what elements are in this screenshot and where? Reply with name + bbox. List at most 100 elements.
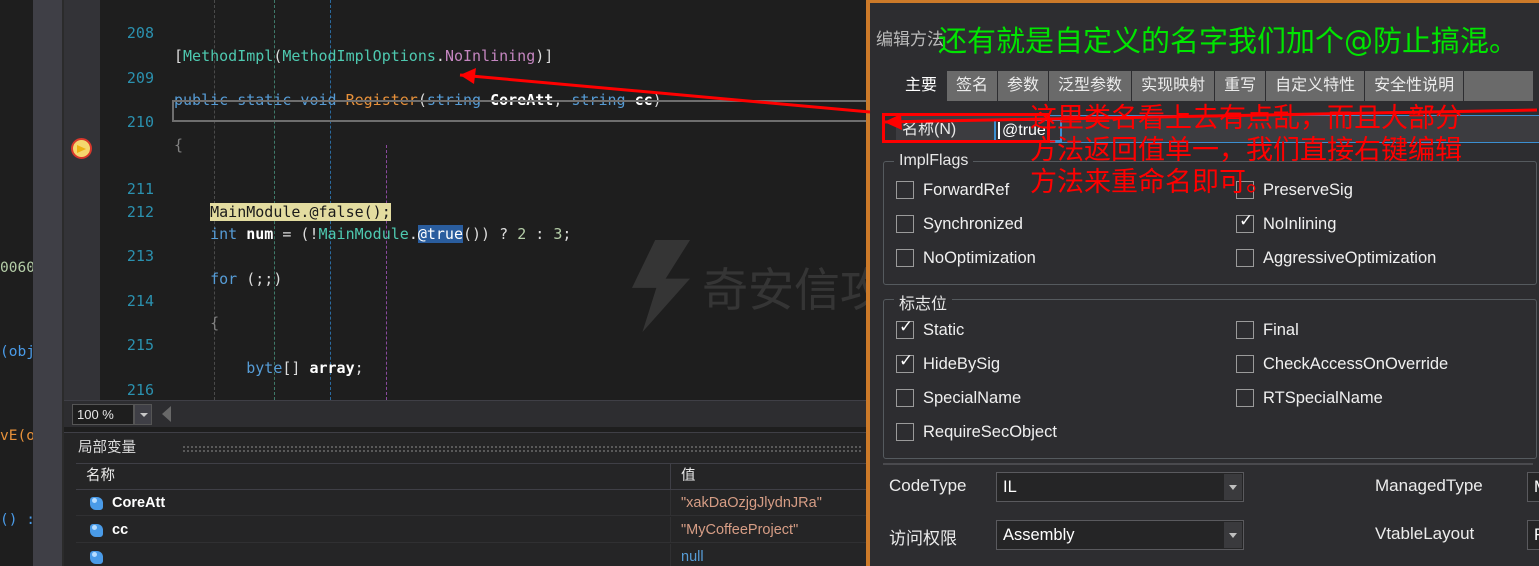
chevron-down-icon[interactable]: [1224, 474, 1242, 500]
vtablelayout-label: VtableLayout: [1375, 524, 1475, 543]
current-statement-icon[interactable]: [71, 137, 92, 159]
access-combo[interactable]: Assembly: [996, 520, 1244, 550]
column-header-value[interactable]: 值: [670, 464, 870, 489]
zoom-level-value[interactable]: 100 %: [72, 404, 134, 425]
checkbox-label: ForwardRef: [923, 181, 1010, 199]
scroll-left-icon[interactable]: [162, 406, 171, 422]
bg-code-line: 0060: [0, 260, 33, 276]
checkbox-label: Static: [923, 321, 965, 339]
checkbox-box-icon[interactable]: [896, 249, 914, 267]
code-line[interactable]: 215 byte[] array;: [64, 312, 870, 376]
local-name: [76, 544, 670, 566]
code-line[interactable]: 211 MainModule.@false();: [64, 134, 870, 221]
tab-generic-parameters[interactable]: 泛型参数: [1049, 71, 1133, 101]
checkbox-box-icon[interactable]: [1236, 355, 1254, 373]
checkbox-label: HideBySig: [923, 355, 1001, 373]
flags-legend: 标志位: [894, 290, 953, 314]
implflags-legend: ImplFlags: [894, 152, 974, 170]
checkbox-box-icon[interactable]: [1236, 211, 1254, 233]
line-number: 213: [126, 247, 154, 266]
dialog-titlebar[interactable]: [870, 3, 1539, 11]
decompiler-window: 0060 (obj vE(o () : l g, st e[] @ o(ob o…: [0, 0, 870, 566]
line-number: 209: [126, 68, 154, 87]
checkbox-box-icon[interactable]: [1236, 321, 1254, 339]
checkbox-label: NoOptimization: [923, 249, 1036, 267]
flags-group: 标志位 Static HideBySig SpecialName Require…: [883, 290, 1537, 459]
code-line[interactable]: 209 public static void Register(string C…: [64, 45, 870, 109]
drag-grip-icon[interactable]: [182, 445, 862, 452]
code-line[interactable]: 208 [MethodImpl(MethodImplOptions.NoInli…: [64, 0, 870, 64]
tab-custom-attributes[interactable]: 自定义特性: [1266, 71, 1366, 101]
access-label: 访问权限: [889, 529, 957, 548]
vtablelayout-value: Re: [1534, 521, 1539, 549]
checkbox-box-icon[interactable]: [1236, 181, 1254, 199]
editor-zoom-bar: 100 %: [64, 400, 870, 427]
chevron-down-icon[interactable]: [1224, 522, 1242, 548]
managedtype-combo[interactable]: M: [1527, 472, 1539, 502]
checkbox-label: RTSpecialName: [1263, 389, 1383, 407]
locals-table-header: 名称 值: [76, 463, 870, 490]
tab-signature[interactable]: 签名: [947, 71, 999, 101]
code-editor[interactable]: 208 [MethodImpl(MethodImplOptions.NoInli…: [64, 0, 870, 400]
text-caret: [998, 122, 1000, 139]
managedtype-value: M: [1534, 473, 1539, 501]
local-name: CoreAtt: [112, 495, 166, 511]
code-line[interactable]: 210 {: [64, 89, 870, 153]
dialog-title: 编辑方法: [876, 30, 944, 49]
checkbox-label: AggressiveOptimization: [1263, 249, 1437, 267]
code-line[interactable]: 216 switch (num): [64, 357, 870, 399]
section-divider: [883, 463, 1533, 465]
code-line[interactable]: 212 int num = (!MainModule.@true()) ? 2 …: [64, 178, 870, 243]
tab-override[interactable]: 重写: [1215, 71, 1267, 101]
column-header-name[interactable]: 名称: [76, 464, 670, 489]
checkbox-box-icon[interactable]: [896, 351, 914, 373]
bg-code-line: vE(o: [0, 428, 33, 444]
highlighted-statement: MainModule.@false();: [210, 202, 391, 221]
access-value: Assembly: [1003, 526, 1075, 544]
checkbox-box-icon[interactable]: [896, 317, 914, 339]
line-number: 208: [126, 24, 154, 43]
checkbox-box-icon[interactable]: [896, 215, 914, 233]
table-row[interactable]: null: [76, 544, 870, 566]
name-field-label: 名称(N): [902, 121, 957, 138]
line-number: 210: [126, 113, 154, 132]
table-row[interactable]: cc "MyCoffeeProject": [76, 517, 870, 543]
checkbox-label: CheckAccessOnOverride: [1263, 355, 1449, 373]
locals-panel: 局部变量 名称 值 CoreAtt "xakDaOzjgJlydnJRa" cc…: [64, 432, 870, 566]
vtablelayout-combo[interactable]: Re: [1527, 520, 1539, 550]
tab-impl-map[interactable]: 实现映射: [1132, 71, 1216, 101]
table-row[interactable]: CoreAtt "xakDaOzjgJlydnJRa": [76, 490, 870, 516]
tab-main[interactable]: 主要: [896, 71, 948, 101]
dialog-tabstrip: 主要 签名 参数 泛型参数 实现映射 重写 自定义特性 安全性说明: [896, 71, 1533, 101]
code-line[interactable]: 213 for (;;): [64, 223, 870, 287]
bg-code-line: (obj: [0, 344, 33, 360]
tab-parameters[interactable]: 参数: [998, 71, 1050, 101]
line-number: 212: [126, 202, 154, 221]
checkbox-box-icon[interactable]: [896, 389, 914, 407]
checkbox-box-icon[interactable]: [896, 423, 914, 441]
implflags-group: ImplFlags ForwardRef Synchronized NoOpti…: [883, 152, 1537, 285]
managedtype-label: ManagedType: [1375, 476, 1483, 495]
bg-code-line: () : l: [0, 512, 33, 528]
checkbox-box-icon[interactable]: [1236, 389, 1254, 407]
local-name: cc: [112, 522, 129, 538]
tab-security-declarations[interactable]: 安全性说明: [1365, 71, 1465, 101]
checkbox-box-icon[interactable]: [1236, 249, 1254, 267]
name-input[interactable]: @true: [994, 119, 1062, 142]
line-number: 215: [126, 336, 154, 355]
local-value: "xakDaOzjgJlydnJRa": [670, 490, 870, 516]
checkbox-label: NoInlining: [1263, 215, 1337, 233]
codetype-label: CodeType: [889, 476, 967, 495]
line-number: 214: [126, 291, 154, 310]
checkbox-label: Synchronized: [923, 215, 1023, 233]
codetype-combo[interactable]: IL: [996, 472, 1244, 502]
checkbox-box-icon[interactable]: [896, 181, 914, 199]
checkbox-label: RequireSecObject: [923, 423, 1057, 441]
name-field-row: 名称(N) @true: [896, 115, 1539, 143]
codetype-value: IL: [1003, 478, 1017, 496]
chevron-down-icon[interactable]: [134, 404, 152, 425]
code-line[interactable]: 214 {: [64, 268, 870, 332]
edit-method-dialog: 编辑方法 主要 签名 参数 泛型参数 实现映射 重写 自定义特性 安全性说明 名…: [869, 0, 1539, 566]
window-splitter[interactable]: [33, 0, 63, 566]
checkbox-label: PreserveSig: [1263, 181, 1353, 199]
